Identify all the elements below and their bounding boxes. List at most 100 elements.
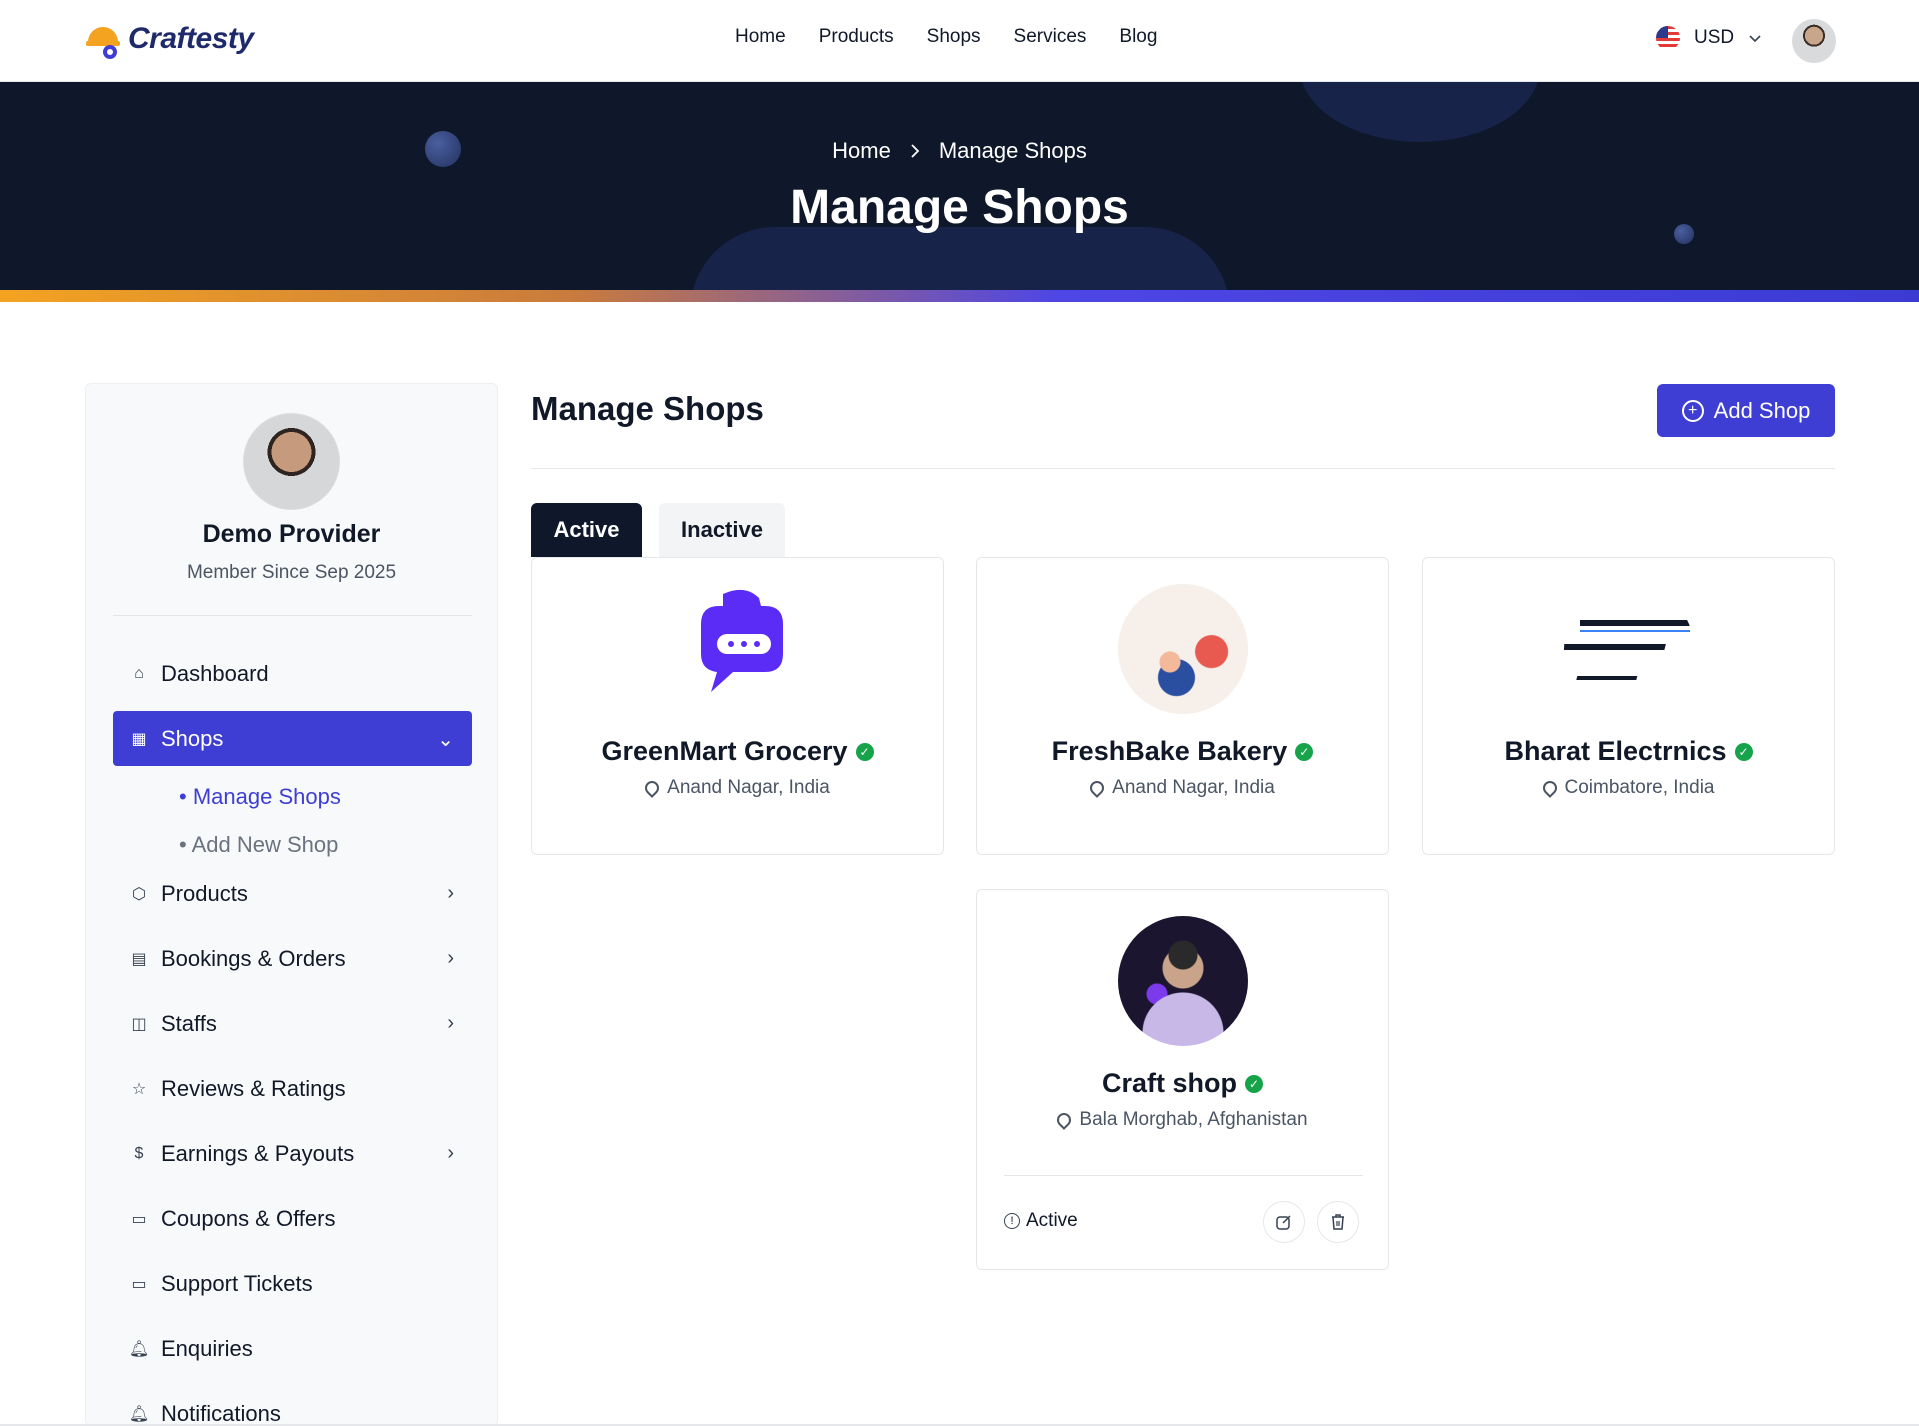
submenu-manage-shops[interactable]: • Manage Shops xyxy=(179,784,341,810)
sidebar-item-shops[interactable]: ▦ Shops ⌄ xyxy=(113,711,472,766)
sidebar-item-notifications[interactable]: 🔔︎ Notifications xyxy=(113,1386,472,1426)
verified-check-icon: ✓ xyxy=(1734,742,1753,761)
top-navbar: Craftesty Home Products Shops Services B… xyxy=(0,0,1919,82)
sidebar-item-label: Reviews & Ratings xyxy=(161,1075,346,1101)
shop-status: ! Active xyxy=(1004,1210,1078,1232)
sidebar-item-products[interactable]: ⬡ Products › xyxy=(113,866,472,921)
shop-name-text: GreenMart Grocery xyxy=(601,736,848,766)
dollar-icon: $ xyxy=(134,1144,144,1162)
edit-button[interactable] xyxy=(1263,1201,1305,1243)
location-pin-icon xyxy=(1054,1110,1075,1130)
sidebar-menu: ⌂ Dashboard ▦ Shops ⌄ • Manage Shops • A… xyxy=(113,646,472,1426)
user-avatar[interactable] xyxy=(1792,19,1836,63)
shop-card[interactable]: Bharat Electrnics ✓ Coimbatore, India xyxy=(1422,557,1835,855)
profile-avatar xyxy=(243,413,340,510)
hero-title: Manage Shops xyxy=(790,181,1129,234)
shop-card[interactable]: FreshBake Bakery ✓ Anand Nagar, India xyxy=(976,557,1389,855)
brand-name: Craftesty xyxy=(128,22,254,55)
sidebar-item-bookings[interactable]: ▤ Bookings & Orders › xyxy=(113,931,472,986)
shop-location: Bala Morghab, Afghanistan xyxy=(977,1109,1388,1131)
tab-inactive[interactable]: Inactive xyxy=(659,503,785,557)
shop-location: Anand Nagar, India xyxy=(977,777,1388,799)
verified-check-icon: ✓ xyxy=(1245,1074,1263,1093)
location-pin-icon xyxy=(1539,778,1560,798)
sidebar-item-earnings[interactable]: $ Earnings & Payouts › xyxy=(113,1126,472,1181)
shops-submenu: • Manage Shops • Add New Shop xyxy=(113,776,472,866)
plus-circle-icon: + xyxy=(1681,399,1704,422)
sidebar-item-label: Dashboard xyxy=(161,660,269,686)
sidebar-item-label: Enquiries xyxy=(161,1335,253,1361)
nav-products[interactable]: Products xyxy=(819,26,894,48)
shop-location-text: Coimbatore, India xyxy=(1564,777,1715,798)
currency-code: USD xyxy=(1694,27,1735,48)
add-shop-label: Add Shop xyxy=(1713,397,1811,423)
sidebar-item-label: Notifications xyxy=(161,1400,281,1426)
shop-card[interactable]: GreenMart Grocery ✓ Anand Nagar, India xyxy=(531,557,944,855)
shop-name: Craft shop ✓ xyxy=(977,1068,1388,1099)
us-flag-icon xyxy=(1656,26,1680,50)
brand-logo[interactable]: Craftesty xyxy=(84,16,254,62)
ticket-icon: ▭ xyxy=(131,1275,147,1293)
add-shop-button[interactable]: + Add Shop xyxy=(1657,384,1835,437)
star-icon: ☆ xyxy=(131,1080,147,1098)
logo-helmet-icon xyxy=(86,27,120,59)
hero-decoration xyxy=(1300,82,1540,142)
shop-location-text: Anand Nagar, India xyxy=(1112,777,1275,798)
nav-home[interactable]: Home xyxy=(735,26,786,48)
sidebar-item-label: Earnings & Payouts xyxy=(161,1140,355,1166)
shop-name-text: FreshBake Bakery xyxy=(1051,736,1288,766)
box-icon: ⬡ xyxy=(132,885,146,903)
tab-active[interactable]: Active xyxy=(531,503,642,557)
shop-name: Bharat Electrnics ✓ xyxy=(1423,736,1834,767)
edit-icon xyxy=(1276,1215,1291,1230)
sidebar-item-label: Support Tickets xyxy=(161,1270,313,1296)
shop-name-text: Craft shop xyxy=(1102,1068,1237,1098)
chat-bubble-logo-icon xyxy=(701,589,783,692)
shop-location: Coimbatore, India xyxy=(1423,777,1834,799)
info-icon: ! xyxy=(1004,1213,1020,1229)
chevron-down-icon: ⌄ xyxy=(437,729,454,751)
chevron-down-icon xyxy=(1749,35,1761,43)
sidebar-item-dashboard[interactable]: ⌂ Dashboard xyxy=(113,646,472,701)
bakery-illustration-image xyxy=(1118,584,1248,714)
breadcrumb-home[interactable]: Home xyxy=(832,138,891,164)
nav-shops[interactable]: Shops xyxy=(927,26,981,48)
currency-selector[interactable]: USD xyxy=(1656,26,1762,50)
shop-card[interactable]: Craft shop ✓ Bala Morghab, Afghanistan !… xyxy=(976,889,1389,1270)
page-hero: Home Manage Shops Manage Shops xyxy=(0,82,1919,300)
submenu-label: Manage Shops xyxy=(192,784,341,809)
bell-icon: 🔔︎ xyxy=(128,1340,150,1358)
sidebar-item-enquiries[interactable]: 🔔︎ Enquiries xyxy=(113,1321,472,1376)
home-icon: ⌂ xyxy=(134,664,144,682)
chevron-right-icon: › xyxy=(447,882,454,904)
sidebar-item-label: Products xyxy=(161,880,248,906)
trash-icon xyxy=(1332,1214,1344,1230)
shop-name-text: Bharat Electrnics xyxy=(1504,736,1727,766)
sidebar-item-reviews[interactable]: ☆ Reviews & Ratings xyxy=(113,1061,472,1116)
nav-blog[interactable]: Blog xyxy=(1119,26,1157,48)
verified-check-icon: ✓ xyxy=(855,742,874,761)
sidebar-item-support[interactable]: ▭ Support Tickets xyxy=(113,1256,472,1311)
sidebar-item-staffs[interactable]: ◫ Staffs › xyxy=(113,996,472,1051)
divider xyxy=(531,468,1835,469)
location-pin-icon xyxy=(1087,778,1108,798)
submenu-label: Add New Shop xyxy=(191,832,339,857)
sidebar-item-label: Shops xyxy=(161,725,224,751)
ticket-icon: ▭ xyxy=(131,1210,147,1228)
main-nav: Home Products Shops Services Blog xyxy=(735,26,1157,48)
breadcrumb-current: Manage Shops xyxy=(938,138,1087,163)
hero-gradient-bar xyxy=(0,290,1919,302)
chevron-right-icon: › xyxy=(447,947,454,969)
nav-services[interactable]: Services xyxy=(1014,26,1087,48)
shop-name: GreenMart Grocery ✓ xyxy=(532,736,943,767)
member-since: Member Since Sep 2025 xyxy=(186,562,397,583)
chevron-right-icon xyxy=(911,144,920,158)
submenu-add-new-shop[interactable]: • Add New Shop xyxy=(179,832,338,858)
vr-person-image xyxy=(1118,916,1248,1046)
shop-location: Anand Nagar, India xyxy=(532,777,943,799)
sidebar-item-label: Staffs xyxy=(161,1010,217,1036)
sidebar-item-coupons[interactable]: ▭ Coupons & Offers xyxy=(113,1191,472,1246)
delete-button[interactable] xyxy=(1317,1201,1359,1243)
calendar-icon: ▤ xyxy=(131,950,147,968)
chevron-right-icon: › xyxy=(447,1142,454,1164)
